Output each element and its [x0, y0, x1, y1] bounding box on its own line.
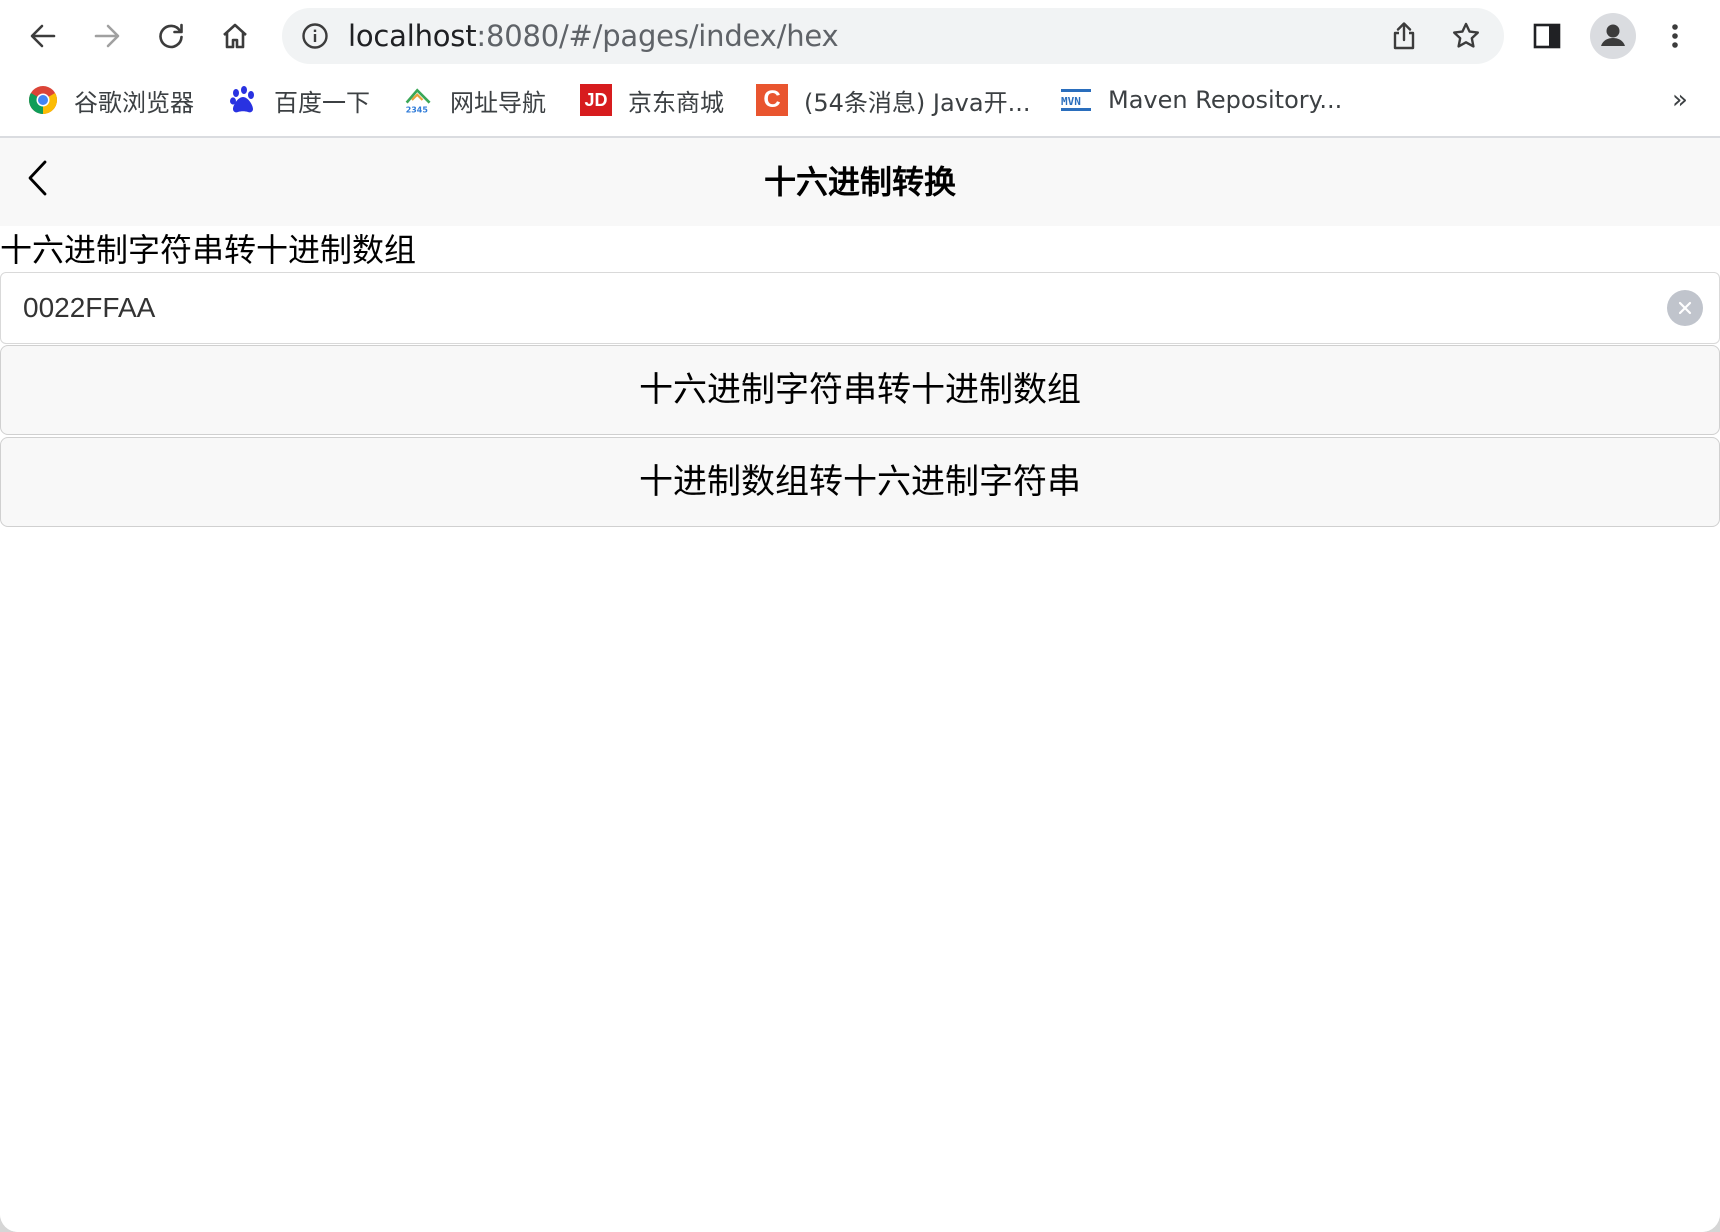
forward-arrow-icon[interactable] — [84, 13, 130, 59]
url-path: :8080/#/pages/index/hex — [476, 19, 839, 53]
bookmark-label: (54条消息) Java开... — [804, 88, 1031, 117]
bookmarks-bar: 谷歌浏览器 百度一下 2345 网址导航 JD 京东商城 C (54条消息) J… — [0, 74, 1720, 138]
reload-icon[interactable] — [148, 13, 194, 59]
site-info-icon[interactable] — [298, 19, 332, 53]
clear-icon[interactable] — [1667, 290, 1703, 326]
decimal-to-hex-button[interactable]: 十进制数组转十六进制字符串 — [0, 437, 1720, 527]
bookmark-label: 网址导航 — [450, 88, 546, 117]
nav-bar: 十六进制转换 — [0, 138, 1720, 226]
bookmark-chrome[interactable]: 谷歌浏览器 — [28, 74, 194, 126]
bookmark-star-icon[interactable] — [1448, 18, 1484, 54]
bookmark-maven[interactable]: MVN Maven Repository... — [1060, 74, 1342, 126]
bookmark-label: 谷歌浏览器 — [74, 88, 194, 117]
bookmark-baidu[interactable]: 百度一下 — [228, 74, 370, 126]
bookmark-2345[interactable]: 2345 网址导航 — [404, 74, 546, 126]
profile-avatar-icon[interactable] — [1588, 11, 1638, 61]
hex-input-field[interactable]: 0022FFAA — [0, 272, 1720, 344]
hex-to-decimal-button[interactable]: 十六进制字符串转十进制数组 — [0, 345, 1720, 435]
bookmark-label: 百度一下 — [274, 88, 370, 117]
mvn-icon: MVN — [1060, 85, 1092, 115]
side-panel-icon[interactable] — [1524, 13, 1570, 59]
csdn-icon: C — [756, 84, 788, 116]
browser-toolbar: localhost:8080/#/pages/index/hex — [0, 0, 1720, 74]
bookmark-label: Maven Repository... — [1108, 86, 1343, 114]
chrome-icon — [28, 85, 58, 115]
url-host: localhost — [348, 19, 477, 53]
page-title: 十六进制转换 — [763, 163, 956, 201]
hex-input-value[interactable]: 0022FFAA — [23, 273, 155, 343]
svg-text:2345: 2345 — [406, 105, 428, 114]
bookmark-label: 京东商城 — [628, 88, 724, 117]
browser-window: localhost:8080/#/pages/index/hex 谷歌浏览器 百… — [0, 0, 1720, 1232]
jd-icon: JD — [580, 84, 612, 116]
back-arrow-icon[interactable] — [20, 13, 66, 59]
2345-icon: 2345 — [404, 85, 434, 115]
url-text[interactable]: localhost:8080/#/pages/index/hex — [348, 8, 839, 64]
home-icon[interactable] — [212, 13, 258, 59]
bookmark-csdn[interactable]: C (54条消息) Java开... — [756, 74, 1030, 126]
baidu-paw-icon — [228, 85, 258, 115]
jd-icon-text: JD — [584, 89, 608, 110]
bookmarks-overflow-button[interactable]: » — [1660, 80, 1700, 120]
app-page: 十六进制转换 十六进制字符串转十进制数组 0022FFAA 十六进制字符串转十进… — [0, 138, 1720, 1232]
mvn-icon-text: MVN — [1061, 95, 1081, 108]
csdn-icon-text: C — [763, 86, 781, 113]
bookmark-jd[interactable]: JD 京东商城 — [580, 74, 724, 126]
share-icon[interactable] — [1386, 18, 1422, 54]
address-bar[interactable]: localhost:8080/#/pages/index/hex — [282, 8, 1504, 64]
section-label: 十六进制字符串转十进制数组 — [0, 231, 417, 269]
more-vert-icon[interactable] — [1652, 13, 1698, 59]
